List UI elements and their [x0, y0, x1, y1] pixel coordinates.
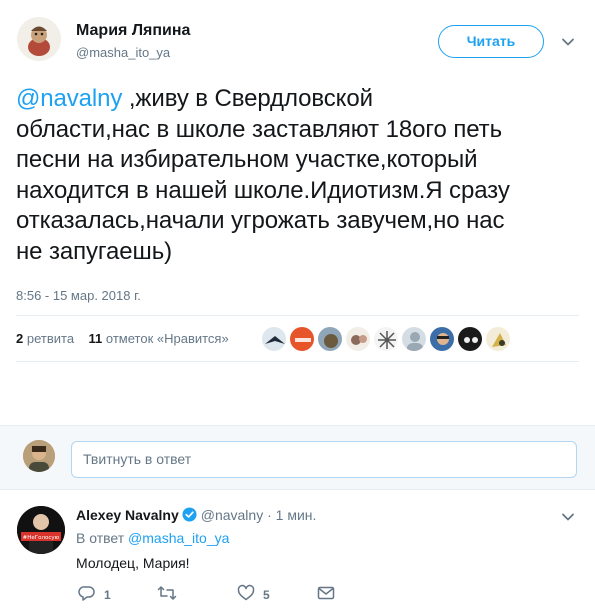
liker-avatar[interactable] — [345, 326, 371, 352]
author-handle[interactable]: @masha_ito_ya — [76, 45, 170, 60]
liker-avatar[interactable] — [373, 326, 399, 352]
retweets-label: ретвита — [26, 331, 75, 346]
reply-header: Alexey Navalny @navalny · 1 мин. — [76, 507, 316, 525]
liker-avatar[interactable] — [317, 326, 343, 352]
current-user-avatar — [23, 440, 55, 472]
direct-message-action[interactable] — [317, 586, 335, 604]
in-reply-prefix: В ответ — [76, 530, 125, 546]
verified-badge-icon — [182, 507, 197, 525]
liker-avatar[interactable] — [289, 326, 315, 352]
retweets-count: 2 — [16, 331, 24, 346]
retweets-stat[interactable]: 2 ретвита — [16, 331, 74, 346]
in-reply-handle-link[interactable]: @masha_ito_ya — [128, 530, 229, 546]
likes-count: 11 — [88, 331, 103, 346]
tweet-text-line: области,нас в школе заставляют 18ого пет… — [16, 115, 502, 143]
like-count: 5 — [263, 588, 270, 602]
tweet-stats: 2 ретвита 11 отметок «Нравится» — [16, 331, 229, 346]
main-tweet: Мария Ляпина @masha_ito_ya Читать @naval… — [0, 0, 595, 425]
retweet-icon — [157, 584, 177, 607]
reply-action[interactable]: 1 — [78, 584, 111, 607]
tweet-text: @navalny ,живу в Свердловской области,на… — [16, 84, 581, 267]
divider — [16, 361, 579, 362]
follow-button[interactable]: Читать — [438, 25, 544, 58]
tweet-timestamp[interactable]: 8:56 - 15 мар. 2018 г. — [16, 288, 141, 303]
reply-author-handle[interactable]: @navalny — [201, 507, 263, 523]
liker-avatar[interactable] — [429, 326, 455, 352]
heart-icon — [237, 584, 255, 607]
liker-avatar[interactable] — [261, 326, 287, 352]
reply-composer: Твитнуть в ответ — [0, 425, 595, 490]
divider — [16, 315, 579, 316]
reply-text: Молодец, Мария! — [76, 555, 190, 571]
tweet-text-line: не запугаешь) — [16, 237, 172, 265]
tweet-text-line: ,живу в Свердловской — [122, 85, 373, 112]
likes-label: отметок «Нравится» — [105, 331, 229, 346]
author-name[interactable]: Мария Ляпина — [76, 22, 190, 40]
mention-link[interactable]: @navalny — [16, 85, 122, 112]
liker-avatar[interactable] — [485, 326, 511, 352]
chevron-down-icon[interactable] — [561, 35, 575, 49]
reply-author-avatar[interactable]: #НеГолосую — [17, 506, 65, 554]
in-reply-to: В ответ @masha_ito_ya — [76, 530, 229, 546]
tweet-text-line: отказалась,начали угрожать завучем,но на… — [16, 207, 505, 234]
reply-input[interactable]: Твитнуть в ответ — [71, 441, 577, 478]
tweet-text-line: находится в нашей школе.Идиотизм.Я сразу — [16, 176, 510, 204]
reply-count: 1 — [104, 588, 111, 602]
reply-author-name[interactable]: Alexey Navalny — [76, 507, 179, 523]
tweet-text-line: песни на избирательном участке,который — [16, 146, 478, 173]
like-action[interactable]: 5 — [237, 584, 270, 607]
author-avatar[interactable] — [17, 17, 61, 61]
likes-stat[interactable]: 11 отметок «Нравится» — [89, 331, 229, 346]
reply-tweet: #НеГолосую Alexey Navalny @navalny · 1 ми… — [0, 491, 595, 616]
liker-avatar[interactable] — [401, 326, 427, 352]
liker-avatar[interactable] — [457, 326, 483, 352]
avatar-text: #НеГолосую — [23, 535, 60, 541]
envelope-icon — [317, 584, 335, 607]
reply-time[interactable]: · 1 мин. — [267, 507, 316, 523]
retweet-action[interactable] — [157, 584, 185, 607]
chevron-down-icon[interactable] — [561, 510, 575, 524]
reply-icon — [78, 584, 96, 607]
